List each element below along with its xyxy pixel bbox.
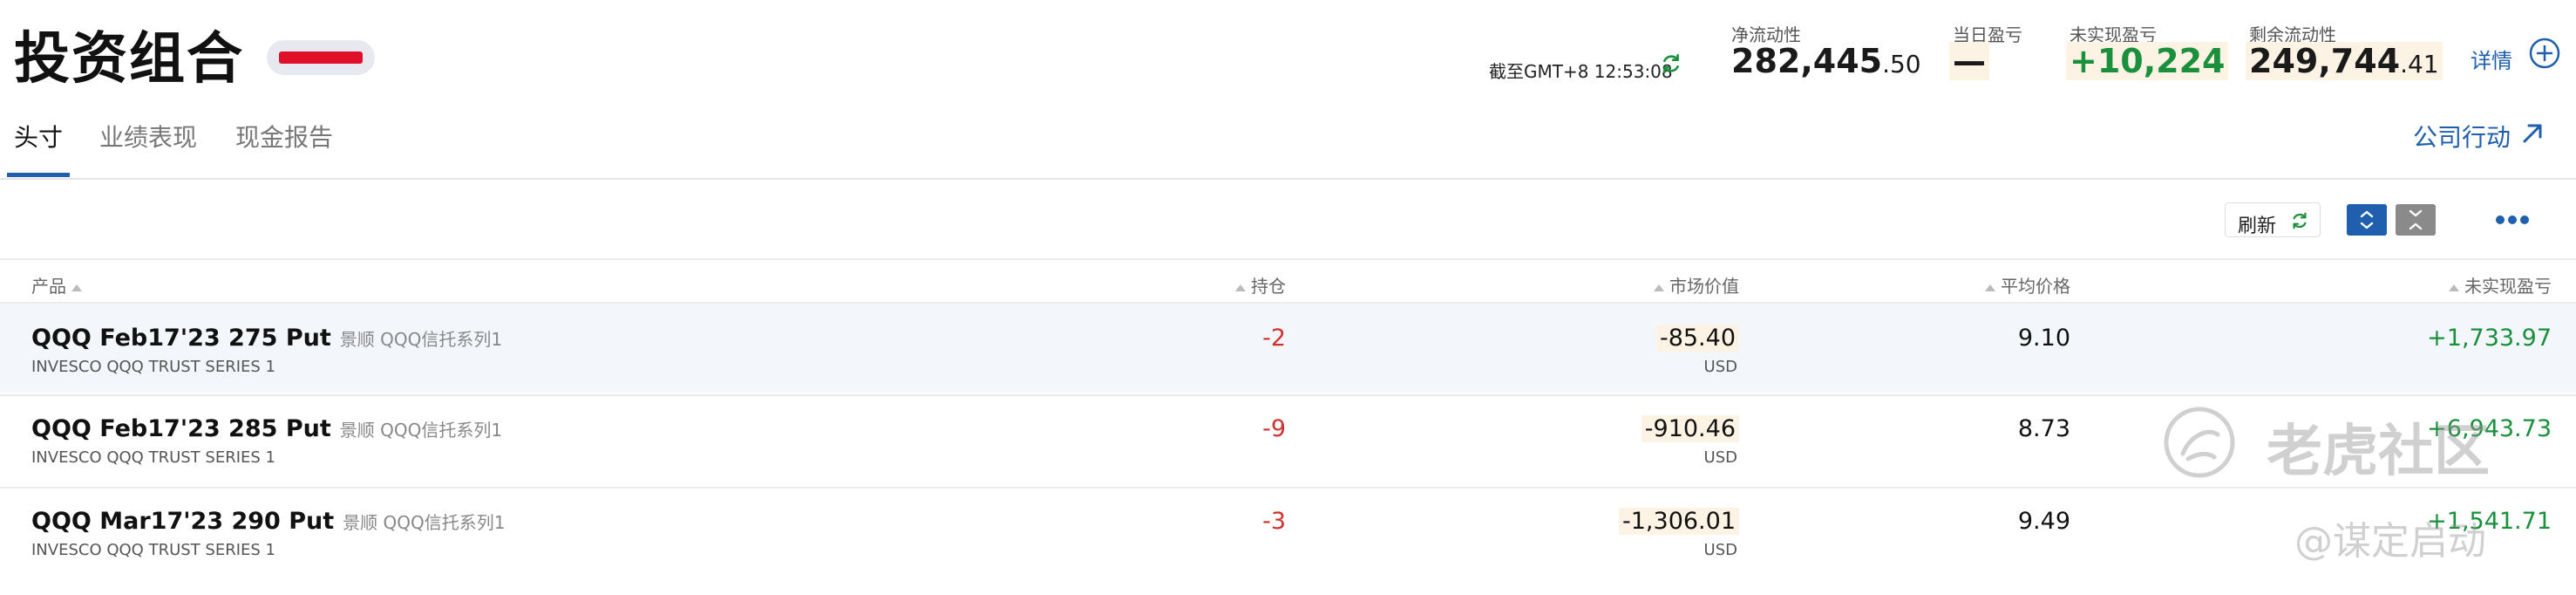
product-name[interactable]: QQQ Feb17'23 275 Put 景顺 QQQ信托系列1 xyxy=(31,325,502,352)
column-header-avg-price[interactable]: 平均价格 xyxy=(1985,272,2070,298)
tab-positions[interactable]: 头寸 xyxy=(14,119,63,154)
position-value: -2 xyxy=(1262,325,1286,352)
plus-circle-icon[interactable] xyxy=(2528,37,2561,70)
as-of-timestamp: 截至GMT+8 12:53:08 xyxy=(1489,61,1673,82)
product-name[interactable]: QQQ Mar17'23 290 Put 景顺 QQQ信托系列1 xyxy=(31,508,505,535)
average-price: 9.49 xyxy=(2017,508,2070,535)
currency-label: USD xyxy=(1703,448,1737,467)
sort-icon xyxy=(1235,284,1246,291)
sort-icon xyxy=(1654,284,1664,291)
column-header-position[interactable]: 持仓 xyxy=(1235,272,1286,298)
metric-excess-liquidity-value: 249,744.41 xyxy=(2246,42,2443,80)
corporate-action-link[interactable]: 公司行动 xyxy=(2413,119,2511,154)
tab-cash-report[interactable]: 现金报告 xyxy=(235,119,333,154)
table-header-top-border xyxy=(0,258,2576,260)
refresh-icon xyxy=(2293,212,2307,229)
watermark-handle: @谋定启动 xyxy=(2294,519,2486,564)
product-description: INVESCO QQQ TRUST SERIES 1 xyxy=(31,541,275,559)
market-value: -1,306.01 xyxy=(1619,508,1739,535)
position-value: -3 xyxy=(1262,508,1286,535)
collapse-all-button[interactable] xyxy=(2396,204,2436,236)
refresh-button-label: 刷新 xyxy=(2238,215,2277,237)
market-value: -85.40 xyxy=(1655,325,1739,352)
tab-performance[interactable]: 业绩表现 xyxy=(99,119,197,154)
sort-icon xyxy=(2449,284,2459,291)
metric-net-liquidity-value: 282,445.50 xyxy=(1731,42,1921,80)
refresh-button[interactable]: 刷新 xyxy=(2225,202,2321,237)
sort-icon xyxy=(1985,284,1995,291)
column-header-market-value[interactable]: 市场价值 xyxy=(1654,272,1739,298)
product-description: INVESCO QQQ TRUST SERIES 1 xyxy=(31,448,275,467)
product-description: INVESCO QQQ TRUST SERIES 1 xyxy=(31,358,275,376)
average-price: 9.10 xyxy=(2017,325,2070,352)
position-value: -9 xyxy=(1262,415,1286,442)
expand-all-button[interactable] xyxy=(2347,204,2387,236)
table-row[interactable]: QQQ Feb17'23 275 Put 景顺 QQQ信托系列1 INVESCO … xyxy=(0,302,2576,393)
product-name[interactable]: QQQ Feb17'23 285 Put 景顺 QQQ信托系列1 xyxy=(31,415,502,442)
refresh-icon[interactable] xyxy=(1660,52,1682,75)
market-value: -910.46 xyxy=(1641,415,1739,442)
sort-icon xyxy=(71,284,83,291)
active-tab-indicator xyxy=(7,173,70,177)
currency-label: USD xyxy=(1703,541,1737,559)
column-header-product[interactable]: 产品 xyxy=(31,272,87,298)
tabs-divider xyxy=(0,178,2576,180)
page-title: 投资组合 xyxy=(14,27,244,92)
tiger-logo-watermark-icon xyxy=(2164,407,2235,478)
details-link[interactable]: 详情 xyxy=(2471,44,2512,74)
unrealized-pnl: +1,733.97 xyxy=(2427,325,2552,352)
watermark-text: 老虎社区 xyxy=(2267,420,2490,484)
more-options-icon[interactable] xyxy=(2495,213,2530,227)
arrow-up-right-icon[interactable] xyxy=(2519,120,2545,147)
redacted-account-id xyxy=(279,51,363,64)
metric-daily-pnl-value: — xyxy=(1949,42,1989,80)
average-price: 8.73 xyxy=(2017,415,2070,442)
table-row[interactable]: QQQ Mar17'23 290 Put 景顺 QQQ信托系列1 INVESCO … xyxy=(0,487,2576,578)
account-badge[interactable] xyxy=(267,40,375,75)
metric-unrealized-pnl-value: +10,224 xyxy=(2066,42,2229,80)
column-header-unrealized-pnl[interactable]: 未实现盈亏 xyxy=(2449,272,2552,298)
currency-label: USD xyxy=(1703,358,1737,376)
